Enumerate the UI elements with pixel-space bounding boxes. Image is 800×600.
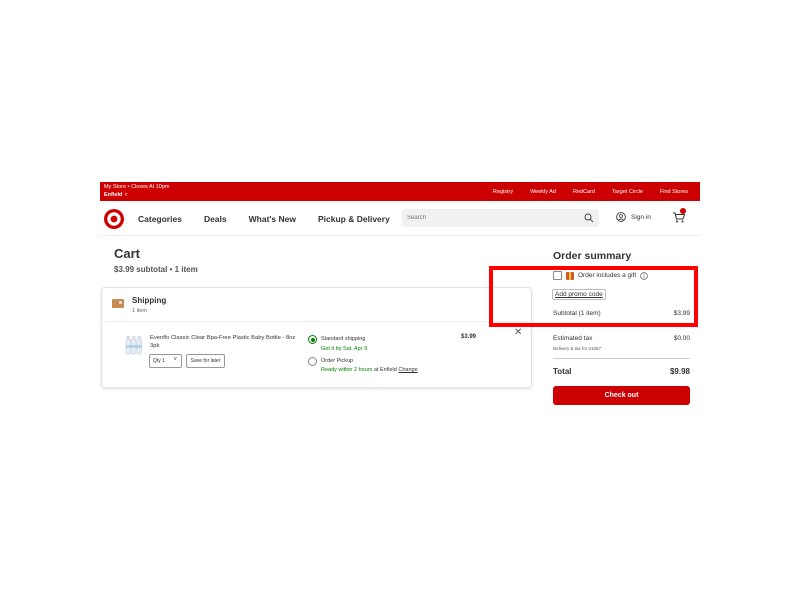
sign-in-label: Sign in — [631, 213, 651, 221]
link-redcard[interactable]: RedCard — [573, 189, 595, 195]
chevron-down-icon: ˅ — [173, 357, 177, 363]
store-name[interactable]: Enfield ˅ — [104, 192, 170, 199]
summary-divider — [553, 358, 690, 359]
highlight-annotation-box — [489, 266, 698, 327]
link-find-stores[interactable]: Find Stores — [660, 189, 688, 195]
tax-label: Estimated tax — [553, 335, 593, 342]
pickup-detail: Ready within 2 hours at Enfield Change — [321, 367, 418, 373]
pickup-ready-text: Ready within 2 hours — [321, 367, 373, 373]
remove-item-close-icon[interactable]: ✕ — [514, 327, 522, 338]
nav-whats-new[interactable]: What's New — [249, 214, 296, 224]
shipping-box-icon — [112, 299, 124, 308]
main-header: Categories Deals What's New Pickup & Del… — [100, 201, 700, 236]
item-price: $3.99 — [461, 334, 477, 340]
standard-shipping-date: Get it by Sat, Apr 9 — [321, 346, 368, 352]
target-logo-icon[interactable] — [104, 209, 124, 229]
quantity-label: Qty 1 — [153, 358, 165, 364]
tax-value: $0.00 — [673, 335, 690, 342]
total-value: $9.98 — [669, 367, 690, 376]
main-nav: Categories Deals What's New Pickup & Del… — [138, 201, 412, 236]
link-target-circle[interactable]: Target Circle — [612, 189, 643, 195]
shipping-title: Shipping — [132, 296, 167, 305]
chevron-down-icon: ˅ — [124, 192, 128, 198]
pickup-store-text: at Enfield — [372, 367, 399, 373]
tax-row: Estimated tax $0.00 — [553, 335, 690, 342]
product-image[interactable] — [125, 335, 143, 355]
nav-categories[interactable]: Categories — [138, 214, 182, 224]
nav-pickup-delivery[interactable]: Pickup & Delivery — [318, 214, 390, 224]
search-bar — [402, 209, 599, 227]
top-utility-bar: My Store • Closes At 10pm Enfield ˅ Regis… — [100, 182, 700, 201]
sign-in-button[interactable]: Sign in — [616, 212, 651, 222]
store-hours: My Store • Closes At 10pm — [104, 184, 170, 190]
standard-shipping-radio[interactable] — [308, 335, 317, 344]
shipping-card: Shipping 1 item Evenflo Classic Clear Bp… — [101, 287, 532, 388]
link-registry[interactable]: Registry — [493, 189, 513, 195]
checkout-button[interactable]: Check out — [553, 386, 690, 405]
search-icon[interactable] — [584, 213, 594, 223]
link-weekly-ad[interactable]: Weekly Ad — [530, 189, 556, 195]
change-store-link[interactable]: Change — [398, 367, 417, 373]
cart-count-badge — [680, 208, 686, 214]
order-pickup-radio[interactable] — [308, 357, 317, 366]
page-title: Cart — [114, 246, 141, 261]
total-row: Total $9.98 — [553, 367, 690, 376]
total-label: Total — [553, 367, 572, 376]
cart-subtitle: $3.99 subtotal • 1 item — [114, 265, 198, 274]
nav-deals[interactable]: Deals — [204, 214, 227, 224]
account-icon — [616, 212, 626, 222]
search-input[interactable] — [407, 212, 577, 224]
standard-shipping-label: Standard shipping — [321, 336, 366, 342]
product-name[interactable]: Evenflo Classic Clear Bpa-Free Plastic B… — [150, 334, 306, 350]
my-store-selector[interactable]: My Store • Closes At 10pm Enfield ˅ — [104, 184, 170, 199]
shipping-item-count: 1 item — [132, 308, 147, 314]
tax-note: Delivery & tax for 01057 — [553, 346, 602, 351]
order-summary-title: Order summary — [553, 250, 632, 262]
save-for-later-button[interactable]: Save for later — [186, 354, 225, 368]
order-pickup-label: Order Pickup — [321, 358, 354, 364]
quantity-select[interactable]: Qty 1 ˅ — [149, 354, 182, 368]
utility-links: Registry Weekly Ad RedCard Target Circle… — [493, 182, 688, 201]
divider — [102, 321, 531, 322]
